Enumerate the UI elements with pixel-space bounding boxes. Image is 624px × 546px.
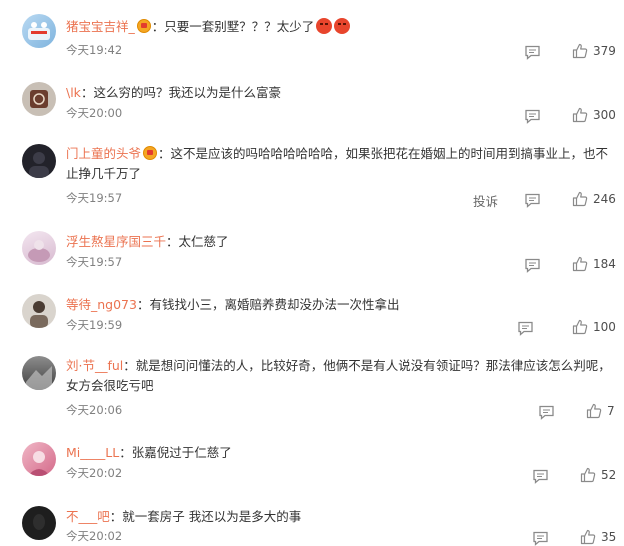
like-count: 100 (593, 320, 616, 334)
comment-time: 今天19:57 (66, 255, 123, 269)
comment-item: 刘·节__ful：就是想问问懂法的人，比较好奇，他俩不是有人说没有领证吗？那法律… (0, 356, 624, 426)
comment-bubble-icon (525, 109, 540, 124)
comment-text: 门上童的头爷 ：这不是应该的吗哈哈哈哈哈哈，如果张把花在婚姻上的时间用到搞事业上，… (66, 144, 614, 184)
reply-button[interactable] (524, 191, 541, 209)
comment-text: Mi____LL：张嘉倪过于仁慈了 (66, 444, 232, 461)
like-button[interactable]: 35 (580, 529, 616, 545)
avatar[interactable] (22, 144, 56, 178)
like-count: 52 (601, 468, 617, 482)
comment-bubble-icon (525, 258, 540, 273)
comment-bubble-icon (525, 193, 540, 208)
username[interactable]: 刘·节__ful (66, 358, 123, 373)
reply-button[interactable] (524, 256, 541, 274)
username[interactable]: 猪宝宝吉祥_ (66, 19, 135, 34)
username[interactable]: 门上童的头爷 (66, 146, 141, 161)
reply-button[interactable] (532, 529, 549, 546)
comment-text: 不___吧：就一套房子 我还以为是多大的事 (66, 508, 301, 525)
angry-face-icon (334, 18, 351, 34)
comment-text: \lk：这么穷的吗？我还以为是什么富豪 (66, 84, 281, 101)
thumbs-up-icon (580, 529, 596, 545)
like-button[interactable]: 184 (572, 256, 616, 272)
reply-button[interactable] (517, 319, 534, 337)
like-count: 300 (593, 108, 616, 122)
comment-time: 今天20:00 (66, 106, 123, 120)
comment-list: 猪宝宝吉祥_ ：只要一套别墅？？？太少了 今天19:42 379 \lk：这么穷的… (0, 0, 624, 546)
reply-button[interactable] (532, 467, 549, 485)
thumbs-up-icon (572, 319, 588, 335)
comment-item: \lk：这么穷的吗？我还以为是什么富豪 今天20:00 300 (0, 82, 624, 134)
username[interactable]: Mi____LL (66, 445, 119, 460)
avatar[interactable] (22, 506, 56, 540)
comment-item: 等待_ng073：有钱找小三，离婚赔养费却没办法一次性拿出 今天19:59 10… (0, 294, 624, 346)
comment-text: 浮生熬星序国三千：太仁慈了 (66, 233, 229, 250)
comment-item: 浮生熬星序国三千：太仁慈了 今天19:57 184 (0, 231, 624, 283)
comment-text: 等待_ng073：有钱找小三，离婚赔养费却没办法一次性拿出 (66, 296, 399, 313)
thumbs-up-icon (572, 256, 588, 272)
thumbs-up-icon (572, 191, 588, 207)
like-count: 246 (593, 192, 616, 206)
username[interactable]: 浮生熬星序国三千 (66, 234, 166, 249)
thumbs-up-icon (580, 467, 596, 483)
comment-body: ：有钱找小三，离婚赔养费却没办法一次性拿出 (136, 297, 400, 312)
comment-body: ：就是想问问懂法的人，比较好奇，他俩不是有人说没有领证吗？那法律应该怎么判呢，女… (66, 358, 611, 393)
like-count: 7 (607, 404, 615, 418)
comment-bubble-icon (518, 321, 533, 336)
like-count: 35 (601, 530, 617, 544)
like-button[interactable]: 52 (580, 467, 616, 483)
like-count: 379 (593, 44, 616, 58)
thumbs-up-icon (586, 403, 602, 419)
comment-text: 刘·节__ful：就是想问问懂法的人，比较好奇，他俩不是有人说没有领证吗？那法律… (66, 356, 614, 396)
comment-time: 今天19:57 (66, 191, 123, 205)
avatar[interactable] (22, 442, 56, 476)
reply-button[interactable] (524, 43, 541, 61)
comment-item: 门上童的头爷 ：这不是应该的吗哈哈哈哈哈哈，如果张把花在婚姻上的时间用到搞事业上，… (0, 144, 624, 214)
comment-text: 猪宝宝吉祥_ ：只要一套别墅？？？太少了 (66, 18, 351, 35)
comment-body: ：这么穷的吗？我还以为是什么富豪 (80, 85, 281, 100)
thumbs-up-icon (572, 107, 588, 123)
comment-time: 今天19:59 (66, 318, 123, 332)
report-button[interactable]: 投诉 (473, 191, 498, 210)
comment-time: 今天19:42 (66, 43, 123, 57)
username[interactable]: 等待_ng073 (66, 297, 137, 312)
username[interactable]: 不___吧 (66, 509, 110, 524)
like-button[interactable]: 7 (586, 403, 615, 419)
vip-badge-icon (143, 146, 158, 160)
username[interactable]: \lk (66, 85, 81, 100)
comment-time: 今天20:02 (66, 466, 123, 480)
reply-button[interactable] (524, 107, 541, 125)
comment-item: 不___吧：就一套房子 我还以为是多大的事 今天20:02 35 (0, 506, 624, 546)
avatar[interactable] (22, 356, 56, 390)
comment-body: ：太仁慈了 (166, 234, 229, 249)
like-count: 184 (593, 257, 616, 271)
angry-face-icon (316, 18, 333, 34)
like-button[interactable]: 300 (572, 107, 616, 123)
comment-body: ：只要一套别墅？？？太少了 (151, 19, 315, 34)
avatar[interactable] (22, 231, 56, 265)
comment-item: 猪宝宝吉祥_ ：只要一套别墅？？？太少了 今天19:42 379 (0, 14, 624, 72)
avatar[interactable] (22, 14, 56, 48)
comment-time: 今天20:06 (66, 403, 123, 417)
comment-body: ：张嘉倪过于仁慈了 (119, 445, 232, 460)
like-button[interactable]: 379 (572, 43, 616, 59)
comment-bubble-icon (533, 531, 548, 546)
comment-item: Mi____LL：张嘉倪过于仁慈了 今天20:02 52 (0, 442, 624, 494)
comment-body: ：就一套房子 我还以为是多大的事 (109, 509, 302, 524)
thumbs-up-icon (572, 43, 588, 59)
avatar[interactable] (22, 294, 56, 328)
comment-bubble-icon (539, 405, 554, 420)
reply-button[interactable] (538, 403, 555, 421)
vip-badge-icon (136, 19, 151, 33)
like-button[interactable]: 246 (572, 191, 616, 207)
comment-time: 今天20:02 (66, 529, 123, 543)
comment-bubble-icon (525, 45, 540, 60)
comment-bubble-icon (533, 469, 548, 484)
avatar[interactable] (22, 82, 56, 116)
like-button[interactable]: 100 (572, 319, 616, 335)
